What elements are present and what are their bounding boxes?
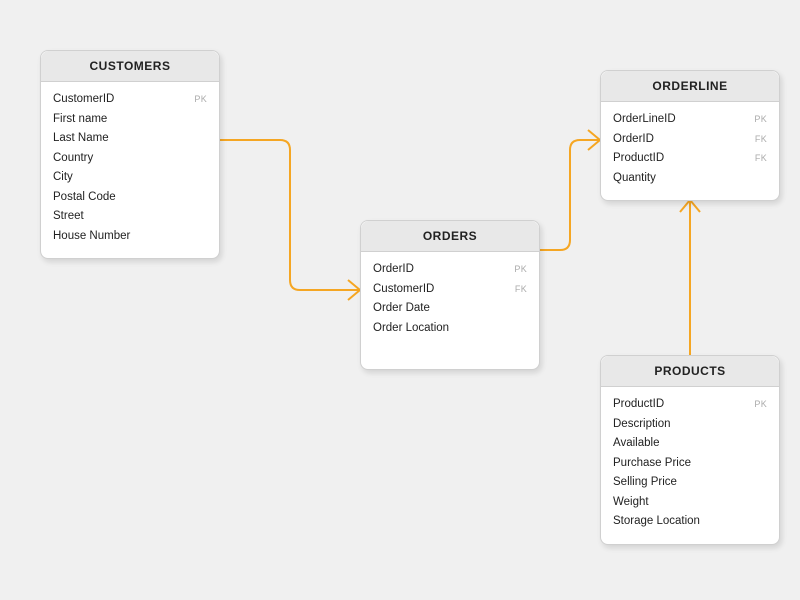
entity-products[interactable]: PRODUCTS ProductID PK Description Availab…	[600, 355, 780, 545]
field-row: Weight	[613, 493, 767, 513]
field-row: CustomerID PK	[53, 90, 207, 110]
field-name: Country	[53, 149, 93, 169]
field-name: Available	[613, 434, 659, 454]
entity-fields: OrderID PK CustomerID FK Order Date Order …	[361, 252, 539, 350]
entity-fields: CustomerID PK First name Last Name Countr…	[41, 82, 219, 258]
field-row: Storage Location	[613, 512, 767, 532]
field-key: PK	[754, 397, 767, 412]
field-name: Selling Price	[613, 473, 677, 493]
field-name: ProductID	[613, 395, 664, 415]
field-row: OrderID FK	[613, 130, 767, 150]
field-name: House Number	[53, 227, 130, 247]
field-name: Weight	[613, 493, 649, 513]
entity-fields: OrderLineID PK OrderID FK ProductID FK Quan…	[601, 102, 779, 200]
field-name: Storage Location	[613, 512, 700, 532]
field-name: First name	[53, 110, 107, 130]
field-name: CustomerID	[373, 280, 434, 300]
field-row: Purchase Price	[613, 454, 767, 474]
field-name: OrderID	[613, 130, 654, 150]
field-row: Selling Price	[613, 473, 767, 493]
field-key: FK	[755, 151, 767, 166]
field-row: Available	[613, 434, 767, 454]
field-key: PK	[754, 112, 767, 127]
field-row: OrderID PK	[373, 260, 527, 280]
field-row: Country	[53, 149, 207, 169]
field-row: First name	[53, 110, 207, 130]
field-name: Postal Code	[53, 188, 116, 208]
field-name: Order Date	[373, 299, 430, 319]
field-row: Order Date	[373, 299, 527, 319]
field-name: CustomerID	[53, 90, 114, 110]
entity-title: PRODUCTS	[601, 356, 779, 387]
entity-orders[interactable]: ORDERS OrderID PK CustomerID FK Order Date…	[360, 220, 540, 370]
field-row: Street	[53, 207, 207, 227]
field-name: OrderID	[373, 260, 414, 280]
field-name: Last Name	[53, 129, 109, 149]
field-name: Quantity	[613, 169, 656, 189]
entity-fields: ProductID PK Description Available Purcha…	[601, 387, 779, 544]
field-name: ProductID	[613, 149, 664, 169]
field-row: ProductID PK	[613, 395, 767, 415]
field-key: PK	[194, 92, 207, 107]
field-key: PK	[514, 262, 527, 277]
entity-orderline[interactable]: ORDERLINE OrderLineID PK OrderID FK Produc…	[600, 70, 780, 201]
field-row: CustomerID FK	[373, 280, 527, 300]
field-key: FK	[755, 132, 767, 147]
entity-customers[interactable]: CUSTOMERS CustomerID PK First name Last N…	[40, 50, 220, 259]
field-row: ProductID FK	[613, 149, 767, 169]
entity-title: CUSTOMERS	[41, 51, 219, 82]
field-row: Quantity	[613, 169, 767, 189]
field-row: Last Name	[53, 129, 207, 149]
field-name: Street	[53, 207, 84, 227]
field-name: OrderLineID	[613, 110, 676, 130]
field-name: Order Location	[373, 319, 449, 339]
field-name: Description	[613, 415, 671, 435]
field-row: City	[53, 168, 207, 188]
field-row: Description	[613, 415, 767, 435]
field-key: FK	[515, 282, 527, 297]
field-name: Purchase Price	[613, 454, 691, 474]
field-row: OrderLineID PK	[613, 110, 767, 130]
entity-title: ORDERS	[361, 221, 539, 252]
field-row: Order Location	[373, 319, 527, 339]
entity-title: ORDERLINE	[601, 71, 779, 102]
field-row: Postal Code	[53, 188, 207, 208]
field-row: House Number	[53, 227, 207, 247]
field-name: City	[53, 168, 73, 188]
